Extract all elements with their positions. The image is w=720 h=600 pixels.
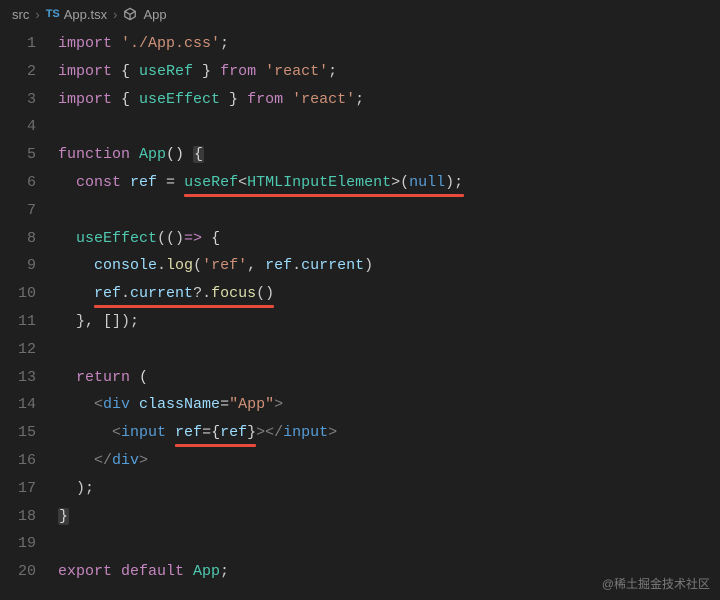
code-content[interactable]: function App() { (58, 141, 720, 169)
line-number: 11 (0, 308, 58, 336)
code-content[interactable]: } (58, 503, 720, 531)
line-number: 14 (0, 391, 58, 419)
line-number: 18 (0, 503, 58, 531)
chevron-right-icon: › (113, 7, 117, 22)
code-editor: src › TS App.tsx › App 1import './App.cs… (0, 0, 720, 600)
code-line[interactable]: 17 ); (0, 475, 720, 503)
line-number: 12 (0, 336, 58, 364)
code-line[interactable]: 9 console.log('ref', ref.current) (0, 252, 720, 280)
code-line[interactable]: 6 const ref = useRef<HTMLInputElement>(n… (0, 169, 720, 197)
code-line[interactable]: 3import { useEffect } from 'react'; (0, 86, 720, 114)
code-content[interactable]: <div className="App"> (58, 391, 720, 419)
code-content[interactable]: const ref = useRef<HTMLInputElement>(nul… (58, 169, 720, 197)
line-number: 6 (0, 169, 58, 197)
code-line[interactable]: 18} (0, 503, 720, 531)
line-number: 4 (0, 113, 58, 141)
line-number: 7 (0, 197, 58, 225)
line-number: 19 (0, 530, 58, 558)
code-line[interactable]: 2import { useRef } from 'react'; (0, 58, 720, 86)
code-line[interactable]: 14 <div className="App"> (0, 391, 720, 419)
code-line[interactable]: 4 (0, 113, 720, 141)
watermark: @稀土掘金技术社区 (602, 575, 710, 592)
code-line[interactable]: 7 (0, 197, 720, 225)
underline-annotation (175, 444, 256, 447)
line-number: 16 (0, 447, 58, 475)
code-content[interactable]: }, []); (58, 308, 720, 336)
code-line[interactable]: 5function App() { (0, 141, 720, 169)
code-area[interactable]: 1import './App.css';2import { useRef } f… (0, 28, 720, 586)
line-number: 5 (0, 141, 58, 169)
code-content[interactable]: return ( (58, 364, 720, 392)
code-content[interactable]: ); (58, 475, 720, 503)
code-content[interactable]: <input ref={ref}></input> (58, 419, 720, 447)
line-number: 1 (0, 30, 58, 58)
code-line[interactable]: 19 (0, 530, 720, 558)
code-line[interactable]: 13 return ( (0, 364, 720, 392)
breadcrumb[interactable]: src › TS App.tsx › App (0, 0, 720, 28)
code-line[interactable]: 10 ref.current?.focus() (0, 280, 720, 308)
code-content[interactable]: console.log('ref', ref.current) (58, 252, 720, 280)
code-content[interactable]: ref.current?.focus() (58, 280, 720, 308)
breadcrumb-item[interactable]: src (12, 7, 29, 22)
code-line[interactable]: 11 }, []); (0, 308, 720, 336)
line-number: 20 (0, 558, 58, 586)
line-number: 17 (0, 475, 58, 503)
line-number: 2 (0, 58, 58, 86)
chevron-right-icon: › (35, 7, 39, 22)
line-number: 9 (0, 252, 58, 280)
symbol-icon (123, 7, 137, 21)
code-content[interactable]: import './App.css'; (58, 30, 720, 58)
code-line[interactable]: 15 <input ref={ref}></input> (0, 419, 720, 447)
typescript-badge-icon: TS (46, 8, 60, 20)
underline-annotation (94, 305, 274, 308)
code-line[interactable]: 12 (0, 336, 720, 364)
code-content[interactable]: </div> (58, 447, 720, 475)
line-number: 8 (0, 225, 58, 253)
breadcrumb-item[interactable]: App.tsx (64, 7, 107, 22)
code-content[interactable]: useEffect(()=> { (58, 225, 720, 253)
line-number: 10 (0, 280, 58, 308)
underline-annotation (184, 194, 464, 197)
line-number: 15 (0, 419, 58, 447)
line-number: 3 (0, 86, 58, 114)
line-number: 13 (0, 364, 58, 392)
code-content[interactable]: import { useRef } from 'react'; (58, 58, 720, 86)
code-line[interactable]: 8 useEffect(()=> { (0, 225, 720, 253)
code-line[interactable]: 16 </div> (0, 447, 720, 475)
code-line[interactable]: 1import './App.css'; (0, 30, 720, 58)
code-content[interactable]: import { useEffect } from 'react'; (58, 86, 720, 114)
breadcrumb-item[interactable]: App (143, 7, 166, 22)
